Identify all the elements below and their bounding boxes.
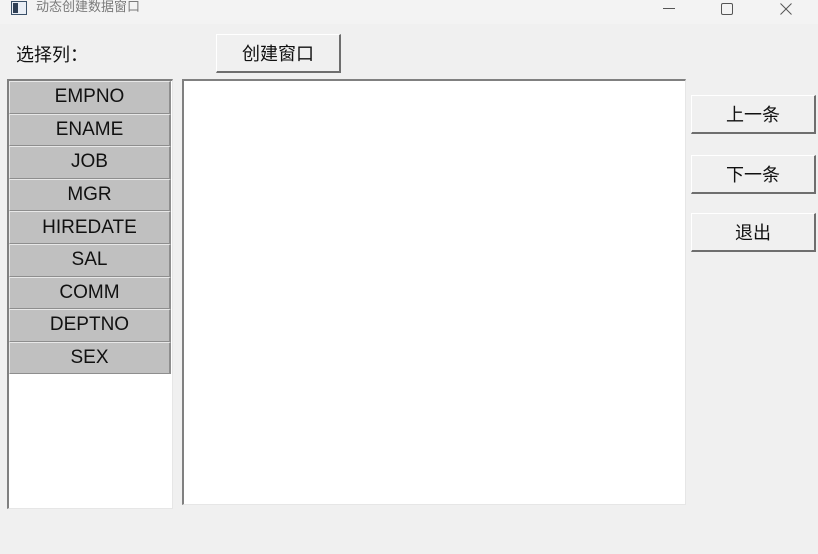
data-window-area[interactable] [182, 79, 686, 505]
column-item-mgr[interactable]: MGR [9, 178, 171, 212]
column-item-ename[interactable]: ENAME [9, 113, 171, 147]
column-item-hiredate[interactable]: HIREDATE [9, 211, 171, 244]
column-item-sex[interactable]: SEX [9, 341, 171, 375]
title-bar[interactable]: 动态创建数据窗口 [0, 0, 818, 24]
exit-button[interactable]: 退出 [691, 213, 816, 252]
close-icon [780, 3, 792, 15]
column-item-empno[interactable]: EMPNO [9, 81, 171, 114]
app-icon [11, 1, 27, 15]
column-item-job[interactable]: JOB [9, 146, 171, 179]
next-record-button[interactable]: 下一条 [691, 155, 816, 194]
window-title: 动态创建数据窗口 [36, 0, 141, 15]
column-item-sal[interactable]: SAL [9, 243, 171, 277]
previous-record-button[interactable]: 上一条 [691, 95, 816, 134]
minimize-button[interactable] [640, 0, 698, 18]
app-window: 动态创建数据窗口 选择列： 创建窗口 EMPNO ENAME JOB MGR H… [0, 0, 818, 554]
close-button[interactable] [757, 0, 815, 18]
select-columns-label: 选择列： [16, 45, 88, 66]
column-item-deptno[interactable]: DEPTNO [9, 309, 171, 342]
maximize-button[interactable] [698, 0, 756, 18]
maximize-icon [721, 3, 733, 15]
minimize-icon [663, 8, 675, 9]
create-window-button[interactable]: 创建窗口 [216, 34, 341, 73]
column-list[interactable]: EMPNO ENAME JOB MGR HIREDATE SAL COMM DE… [7, 79, 173, 509]
column-item-comm[interactable]: COMM [9, 276, 171, 310]
